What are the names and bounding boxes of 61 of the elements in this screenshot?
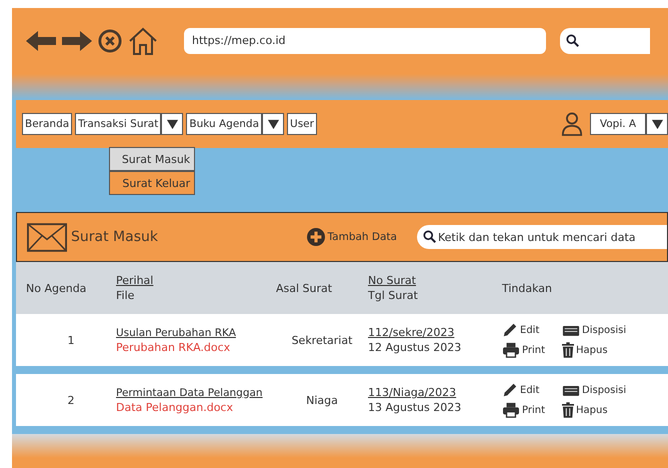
dropdown-button[interactable] — [646, 113, 668, 135]
caret-icon — [166, 118, 179, 130]
column-header: Tgl Surat — [368, 289, 419, 302]
printer-icon — [502, 402, 520, 418]
user-icon — [561, 112, 583, 136]
pencil-icon — [502, 322, 518, 338]
table-cell: 113/Niaga/2023 — [368, 386, 456, 399]
table-cell: Sekretariat — [292, 334, 352, 346]
table-cell: Niaga — [306, 394, 338, 406]
action-button[interactable]: Edit — [502, 322, 560, 338]
nav-menu-item[interactable]: User — [287, 113, 317, 135]
dropdown-menu-item[interactable]: Surat Masuk — [109, 147, 196, 171]
nav-menu-item[interactable]: Transaksi Surat — [75, 113, 162, 135]
action-button[interactable]: Edit — [502, 382, 560, 398]
action-button[interactable]: Disposisi — [562, 322, 642, 338]
table-cell: Permintaan Data Pelanggan — [116, 386, 263, 398]
printer-icon — [502, 342, 520, 358]
dropdown-menu-item[interactable]: Surat Keluar — [109, 171, 196, 195]
caret-icon — [266, 118, 280, 130]
table-cell-text: 13 Agustus 2023 — [368, 401, 462, 414]
forward-arrow-icon[interactable] — [62, 31, 92, 51]
table-cell: 112/sekre/2023 — [368, 326, 454, 339]
home-icon[interactable] — [128, 27, 158, 55]
tray-icon — [562, 384, 580, 396]
nav-menu-item[interactable]: Buku Agenda — [186, 113, 262, 135]
column-header: Tindakan — [502, 282, 554, 294]
panel-title: Surat Masuk — [71, 229, 158, 245]
action-button[interactable]: Hapus — [562, 342, 642, 358]
back-arrow-icon[interactable] — [26, 31, 56, 51]
table-cell: Usulan Perubahan RKA — [116, 326, 236, 338]
table-cell: 2 — [68, 394, 74, 406]
trash-icon — [562, 402, 574, 418]
search-icon — [566, 34, 580, 48]
file-link[interactable]: Perubahan RKA.docx — [116, 340, 276, 354]
column-header: No Surat — [368, 274, 416, 287]
envelope-icon — [27, 222, 67, 252]
action-button[interactable]: Disposisi — [562, 382, 642, 398]
action-button[interactable]: Hapus — [562, 402, 642, 418]
tray-icon — [562, 324, 580, 336]
caret-icon — [650, 118, 664, 130]
column-header: No Agenda — [26, 282, 88, 294]
search-field[interactable]: Ketik dan tekan untuk mencari data — [417, 225, 667, 249]
close-icon[interactable] — [98, 29, 122, 53]
dropdown-button[interactable] — [161, 113, 184, 135]
pencil-icon — [502, 382, 518, 398]
dropdown-button[interactable] — [262, 113, 284, 135]
plus-circle-icon — [307, 228, 326, 246]
add-data-button[interactable]: Tambah Data — [307, 228, 397, 246]
column-header: File — [116, 289, 136, 302]
file-link[interactable]: Data Pelanggan.docx — [116, 400, 276, 414]
table-cell: 1 — [68, 334, 74, 346]
action-button[interactable]: Print — [502, 402, 560, 418]
column-header: Asal Surat — [276, 282, 334, 294]
column-header: Perihal — [116, 274, 154, 287]
user-name-button[interactable]: Vopi. A — [590, 113, 646, 135]
table-cell-text: 12 Agustus 2023 — [368, 341, 462, 354]
action-button[interactable]: Print — [502, 342, 560, 358]
trash-icon — [562, 342, 574, 358]
nav-menu-item[interactable]: Beranda — [22, 113, 72, 135]
search-field[interactable] — [560, 28, 650, 54]
address-bar[interactable]: https://mep.co.id — [184, 28, 546, 54]
